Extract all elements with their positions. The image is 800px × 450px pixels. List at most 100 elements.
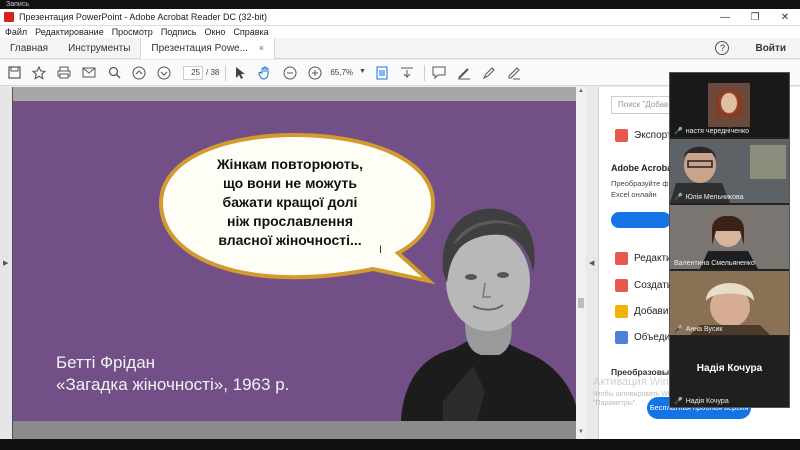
acrobat-app-icon — [4, 12, 14, 22]
page-down-icon[interactable] — [153, 62, 175, 84]
quote-line: власної жіночності... — [218, 232, 362, 248]
export-pdf-icon — [615, 129, 628, 142]
window-titlebar: Презентация PowerPoint - Adobe Acrobat R… — [0, 9, 800, 26]
tool-export-label: Экспорт — [634, 130, 672, 141]
quote-line: ніж прославлення — [227, 213, 353, 229]
menu-sign[interactable]: Подпись — [161, 27, 197, 37]
signin-button[interactable]: Войти — [755, 43, 786, 54]
scroll-down-icon[interactable]: ▼ — [578, 429, 584, 435]
tool-edit-pdf[interactable]: Редакти — [615, 252, 672, 265]
taskbar — [0, 439, 800, 450]
quote-line: бажати кращої долі — [222, 194, 358, 210]
tool-add-label: Добавит — [634, 306, 673, 317]
maximize-button[interactable]: ❐ — [740, 12, 770, 23]
zoom-in-icon[interactable] — [304, 62, 326, 84]
chevron-left-icon: ◀ — [589, 260, 595, 267]
tool-edit-label: Редакти — [634, 253, 672, 264]
menu-edit[interactable]: Редактирование — [35, 27, 104, 37]
window-controls: — ❐ ✕ — [710, 12, 800, 23]
participant-name: Надія Кочура — [685, 397, 729, 405]
participant-tile[interactable]: 🎤 Анна Вусик — [670, 271, 789, 335]
tool-create-pdf[interactable]: Создать — [615, 279, 672, 292]
minimize-button[interactable]: — — [710, 12, 740, 23]
tab-tools[interactable]: Инструменты — [58, 38, 140, 59]
tool-combine-files[interactable]: Объеди — [615, 331, 670, 344]
comment-tool-icon — [615, 305, 628, 318]
fill-sign-icon[interactable] — [503, 62, 525, 84]
email-icon[interactable] — [78, 62, 100, 84]
tool-add-comment[interactable]: Добавит — [615, 305, 673, 318]
tab-home[interactable]: Главная — [0, 38, 58, 59]
participant-name: настя чередніченко — [685, 127, 750, 135]
tabbar-right: ? Войти — [715, 41, 800, 55]
participant-name: Юлія Мельникова — [685, 193, 744, 201]
tool-create-label: Создать — [634, 280, 673, 291]
caption-author: Бетті Фрідан — [56, 353, 156, 372]
comment-icon[interactable] — [428, 62, 450, 84]
participant-tile[interactable]: Валентина Смельяненко — [670, 205, 789, 269]
vertical-scrollbar[interactable]: ▲ ▼ — [576, 87, 586, 439]
page-total: / 38 — [206, 68, 220, 77]
scrollbar-thumb[interactable] — [578, 298, 584, 308]
draw-icon[interactable] — [478, 62, 500, 84]
active-speaker-tile[interactable]: Надія Кочура 🎤 Надія Кочура — [670, 337, 789, 407]
participant-name: Валентина Смельяненко — [674, 260, 755, 267]
muted-mic-icon: 🎤 — [674, 128, 683, 135]
fit-page-icon[interactable] — [371, 62, 393, 84]
create-pdf-icon — [615, 279, 628, 292]
participant-label: 🎤 Анна Вусик — [674, 325, 723, 334]
menu-help[interactable]: Справка — [233, 27, 268, 37]
scroll-up-icon[interactable]: ▲ — [578, 88, 584, 94]
quote-line: Жінкам повторюють, — [216, 156, 364, 172]
muted-mic-icon: 🎤 — [674, 326, 683, 333]
participant-label: 🎤 Надія Кочура — [674, 397, 729, 406]
menu-file[interactable]: Файл — [5, 27, 27, 37]
highlight-pen-icon[interactable] — [453, 62, 475, 84]
edit-pdf-icon — [615, 252, 628, 265]
promo-desc-line: Excel онлайн — [611, 190, 657, 199]
acrobat-promo-title: Adobe Acrobat — [611, 163, 676, 173]
close-window-button[interactable]: ✕ — [770, 12, 800, 23]
select-cursor-icon[interactable] — [229, 62, 251, 84]
tab-bar: Главная Инструменты Презентация Powe... … — [0, 37, 800, 59]
acrobat-promo-desc: Преобразуйте ф Excel онлайн — [611, 178, 671, 200]
video-call-panel: 🎤 настя чередніченко 🎤 Юлія Мельникова В… — [669, 72, 790, 408]
page-number-input[interactable]: 25 — [183, 65, 203, 80]
text-cursor-icon: I — [379, 244, 383, 256]
tab-document[interactable]: Презентация Powe... × — [140, 37, 276, 59]
scroll-mode-icon[interactable] — [396, 62, 418, 84]
save-icon[interactable] — [3, 62, 25, 84]
participant-label: Валентина Смельяненко — [674, 260, 755, 267]
menu-bar: Файл Редактирование Просмотр Подпись Окн… — [0, 26, 800, 38]
previous-page-edge — [13, 87, 576, 101]
help-icon[interactable]: ? — [715, 41, 730, 55]
quote-line: що вони не можуть — [222, 175, 357, 191]
zoom-select[interactable]: 65,7% ▼ — [330, 68, 368, 77]
screen: Запись Презентация PowerPoint - Adobe Ac… — [0, 0, 800, 450]
promo-action-button[interactable] — [611, 212, 671, 228]
tab-close-icon[interactable]: × — [259, 43, 264, 53]
search-icon[interactable] — [103, 62, 125, 84]
window-title: Презентация PowerPoint - Adobe Acrobat R… — [19, 12, 267, 22]
print-icon[interactable] — [53, 62, 75, 84]
toolbar-separator-2 — [424, 64, 426, 81]
zoom-out-icon[interactable] — [279, 62, 301, 84]
menu-window[interactable]: Окно — [204, 27, 225, 37]
participant-label: 🎤 Юлія Мельникова — [674, 193, 744, 202]
participant-tile[interactable]: 🎤 Юлія Мельникова — [670, 139, 789, 203]
participant-tile[interactable]: 🎤 настя чередніченко — [670, 73, 789, 137]
promo-desc-line: Преобразуйте ф — [611, 179, 669, 188]
participant-name: Анна Вусик — [685, 325, 723, 333]
chevron-right-icon: ▶ — [3, 260, 9, 267]
chevron-down-icon: ▼ — [359, 68, 366, 75]
left-pane-toggle[interactable]: ▶ — [0, 87, 12, 439]
page-up-icon[interactable] — [128, 62, 150, 84]
participant-label: 🎤 настя чередніченко — [674, 127, 750, 136]
menu-view[interactable]: Просмотр — [112, 27, 153, 37]
zoom-value: 65,7% — [330, 68, 354, 77]
hand-icon[interactable] — [254, 62, 276, 84]
toolbar-separator — [225, 64, 227, 81]
tool-export-pdf[interactable]: Экспорт — [615, 129, 672, 142]
star-icon[interactable] — [28, 62, 50, 84]
caption-book: «Загадка жіночності», 1963 р. — [56, 375, 290, 394]
